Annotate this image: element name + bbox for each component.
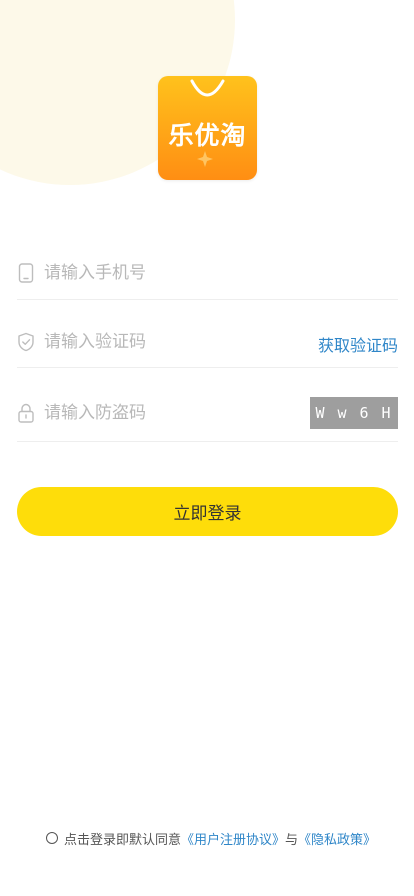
privacy-link[interactable]: 《隐私政策》 xyxy=(298,829,376,848)
app-logo: 乐优淘 xyxy=(158,76,257,180)
captcha-char: H xyxy=(381,404,393,422)
code-field: 获取验证码 xyxy=(17,313,398,368)
login-button[interactable]: 立即登录 xyxy=(17,487,398,536)
shield-icon xyxy=(18,332,34,352)
agreement-text: 点击登录即默认同意 xyxy=(64,832,182,848)
captcha-char: w xyxy=(337,404,349,422)
verification-code-input[interactable] xyxy=(44,328,264,356)
logo-text: 乐优淘 xyxy=(168,121,247,150)
agreement-row: 点击登录即默认同意 《用户注册协议》 与 《隐私政策》 xyxy=(46,828,376,848)
captcha-char: W xyxy=(315,404,327,422)
agreement-and-text: 与 xyxy=(285,832,299,848)
captcha-field: W w 6 H xyxy=(17,383,398,442)
login-page: 乐优淘 获取验证码 W w 6 H 立即登录 xyxy=(0,0,414,896)
captcha-input[interactable] xyxy=(44,399,264,427)
agreement-radio[interactable] xyxy=(46,832,58,844)
lock-icon xyxy=(18,403,34,423)
phone-icon xyxy=(18,263,34,283)
captcha-char: 6 xyxy=(359,404,371,422)
bag-handle-icon xyxy=(190,79,225,97)
phone-field xyxy=(17,243,398,300)
phone-input[interactable] xyxy=(44,259,264,287)
terms-link[interactable]: 《用户注册协议》 xyxy=(181,829,285,848)
sparkle-icon xyxy=(197,151,213,167)
get-code-button[interactable]: 获取验证码 xyxy=(318,332,398,356)
captcha-image[interactable]: W w 6 H xyxy=(310,397,398,429)
